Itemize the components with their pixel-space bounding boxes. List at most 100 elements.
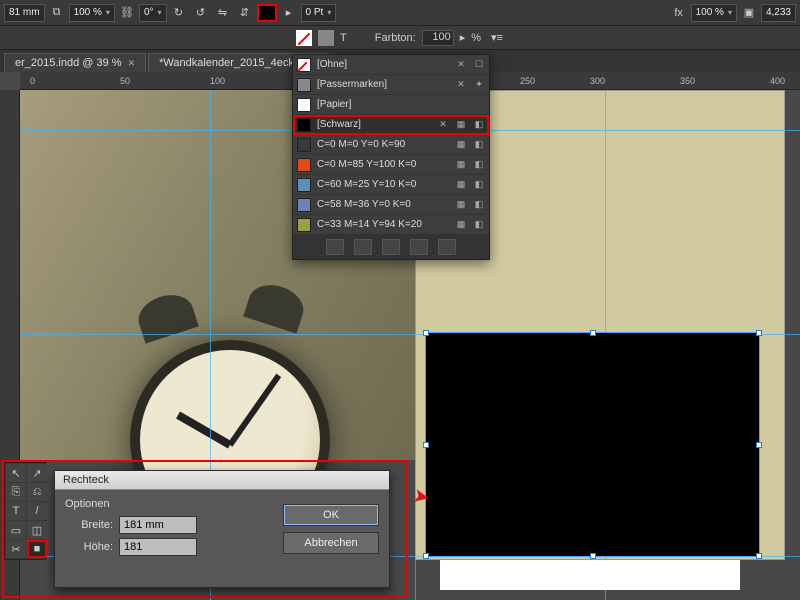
scale-x-field[interactable]: 100 % [69,4,115,22]
clock-bell-shape [133,288,199,343]
resize-handle[interactable] [423,553,429,559]
resize-handle[interactable] [590,553,596,559]
tint-arrow-icon[interactable]: ▸ [460,31,466,44]
height-input[interactable] [119,538,197,556]
cmyk-icon: ◧ [473,159,485,171]
process-color-icon: ▦ [455,219,467,231]
document-tab[interactable]: er_2015.indd @ 39 % ✕ [4,53,146,72]
swatch-chip-icon [297,78,311,92]
fx-icon[interactable]: fx [669,3,689,23]
highlight-annotation: ↖ ↗ ⎘ ⎌ T / ▭ ◫ ✂ ■ Rechteck Optionen Br… [2,460,408,598]
selection-tool[interactable]: ↖ [6,464,26,482]
swatch-subbar: T Farbton: 100 ▸ % ▾≡ [0,26,800,50]
cmyk-icon: ◧ [473,119,485,131]
coord-field[interactable]: 4,233 [761,4,796,22]
process-color-icon: ▦ [455,179,467,191]
opacity-field[interactable]: 100 % [691,4,737,22]
scissors-tool[interactable]: ✂ [6,540,26,558]
lock-icon: ✕ [455,79,467,91]
dialog-title: Rechteck [55,471,389,490]
swatch-chip-icon [297,198,311,212]
page-tool[interactable]: ⎘ [6,483,26,501]
tint-field[interactable]: 100 [422,30,454,46]
swatch-item[interactable]: C=0 M=85 Y=100 K=0 ▦ ◧ [293,155,489,175]
rotate-ccw-icon[interactable]: ↺ [191,3,211,23]
rectangle-dialog: Rechteck Optionen Breite: Höhe: OK Abbre… [54,470,390,588]
resize-handle[interactable] [423,330,429,336]
type-tool[interactable]: T [6,502,26,520]
swatch-chip-icon [297,138,311,152]
process-color-icon: ▦ [455,199,467,211]
swatch-item[interactable]: C=60 M=25 Y=10 K=0 ▦ ◧ [293,175,489,195]
stroke-weight-field[interactable]: 0 Pt [301,4,337,22]
rectangle-frame-tool[interactable]: ▭ [6,521,26,539]
resize-handle[interactable] [756,553,762,559]
page-footer-band [440,560,740,590]
cmyk-icon: ◧ [473,199,485,211]
rotate-cw-icon[interactable]: ↻ [169,3,189,23]
ok-button[interactable]: OK [283,504,379,526]
swatches-panel: [Ohne] ✕ ☐ [Passermarken] ✕ ✦ [Papier] [… [292,54,490,260]
show-color-swatches-button[interactable] [354,239,372,255]
fill-none-icon[interactable] [296,30,312,46]
new-swatch-button[interactable] [410,239,428,255]
panel-menu-icon[interactable]: ▾≡ [491,31,503,44]
link-icon[interactable]: ⧉ [47,3,67,23]
swatch-item[interactable]: C=33 M=14 Y=94 K=20 ▦ ◧ [293,215,489,235]
close-icon[interactable]: ✕ [128,58,136,69]
swatch-chip-icon [297,58,311,72]
tint-label: Farbton: [375,32,416,44]
show-all-swatches-button[interactable] [326,239,344,255]
swatch-chip-icon [297,218,311,232]
show-gradient-swatches-button[interactable] [382,239,400,255]
swatch-item-registration[interactable]: [Passermarken] ✕ ✦ [293,75,489,95]
constrain-icon[interactable]: ⛓ [117,3,137,23]
rotate-field[interactable]: 0° [139,4,167,22]
selected-rectangle[interactable] [425,332,760,557]
size-field[interactable]: 81 mm [4,4,45,22]
clock-bell-shape [243,278,309,333]
resize-handle[interactable] [756,330,762,336]
line-tool[interactable]: / [27,502,47,520]
swatch-chip-icon [297,98,311,112]
none-type-icon: ☐ [473,59,485,71]
tools-panel: ↖ ↗ ⎘ ⎌ T / ▭ ◫ ✂ ■ [4,462,46,560]
bounds-icon[interactable]: ▣ [739,3,759,23]
options-legend: Optionen [65,498,271,510]
resize-handle[interactable] [423,442,429,448]
rectangle-tool-selected[interactable]: ■ [27,540,47,558]
gap-tool[interactable]: ⎌ [27,483,47,501]
swatch-item-paper[interactable]: [Papier] [293,95,489,115]
swatch-item-black[interactable]: [Schwarz] ✕ ▦ ◧ [293,115,489,135]
cancel-button[interactable]: Abbrechen [283,532,379,554]
flip-h-icon[interactable]: ⇋ [213,3,233,23]
registration-icon: ✦ [473,79,485,91]
direct-selection-tool[interactable]: ↗ [27,464,47,482]
process-color-icon: ▦ [455,159,467,171]
fill-swatch-control[interactable] [257,4,277,22]
width-input[interactable] [119,516,197,534]
lock-icon: ✕ [437,119,449,131]
tint-unit: % [471,32,481,44]
delete-swatch-button[interactable] [438,239,456,255]
rectangle-tool[interactable]: ◫ [27,521,47,539]
text-format-icon[interactable]: T [340,32,347,44]
process-color-icon: ▦ [455,119,467,131]
swatch-chip-icon [297,178,311,192]
tab-label: er_2015.indd @ 39 % [15,57,122,69]
cmyk-icon: ◧ [473,139,485,151]
resize-handle[interactable] [756,442,762,448]
swatch-menu-arrow-icon[interactable]: ▸ [279,3,299,23]
swatch-chip-icon [297,158,311,172]
flip-v-icon[interactable]: ⇵ [235,3,255,23]
swatch-item[interactable]: C=58 M=36 Y=0 K=0 ▦ ◧ [293,195,489,215]
swatch-item-none[interactable]: [Ohne] ✕ ☐ [293,55,489,75]
object-format-icon[interactable] [318,30,334,46]
resize-handle[interactable] [590,330,596,336]
process-color-icon: ▦ [455,139,467,151]
swatch-item[interactable]: C=0 M=0 Y=0 K=90 ▦ ◧ [293,135,489,155]
swatches-footer [293,235,489,259]
lock-icon: ✕ [455,59,467,71]
cmyk-icon: ◧ [473,179,485,191]
width-label: Breite: [65,519,113,531]
